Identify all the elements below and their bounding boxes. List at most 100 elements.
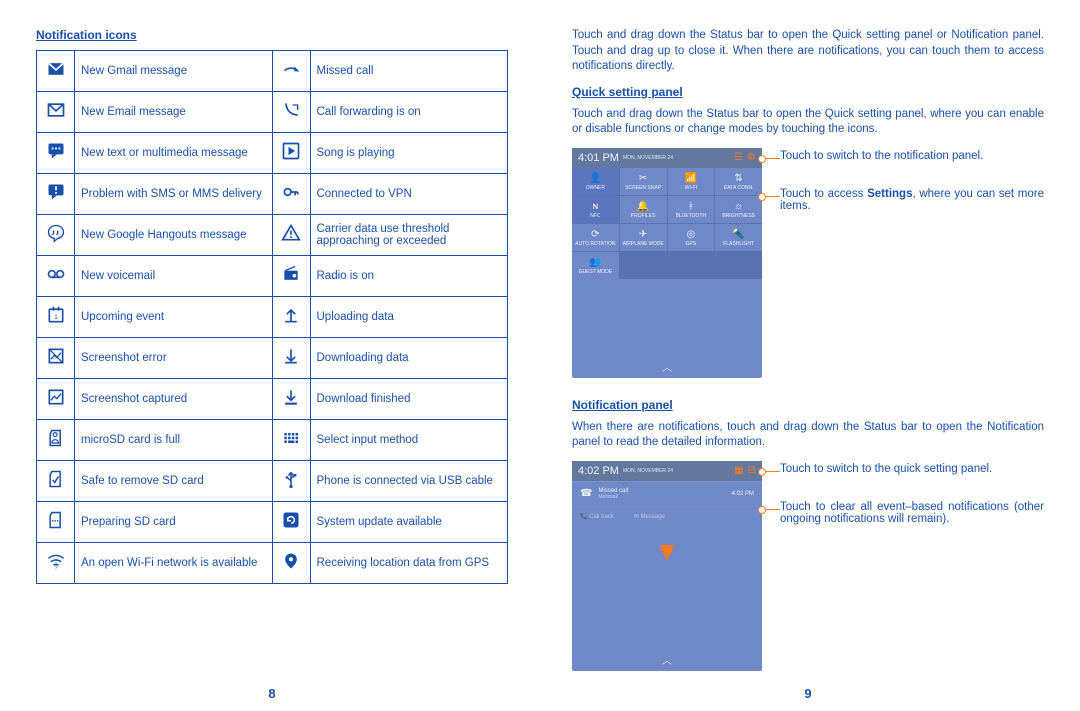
tile-data[interactable]: ⇅DATA CONN. (715, 168, 762, 195)
notification-item[interactable]: ☎ Missed call Melissa2 4:02 PM (572, 481, 762, 506)
tile-airplane[interactable]: ✈AIRPLANE MODE (620, 224, 667, 251)
update-icon (272, 502, 310, 543)
label-missed: Missed call (310, 51, 508, 92)
notification-actions: 📞 Call back ✉ Message (572, 506, 762, 526)
label-dl-done: Download finished (310, 379, 508, 420)
label-vpn: Connected to VPN (310, 174, 508, 215)
tile-wifi[interactable]: 📶WI-FI (668, 168, 715, 195)
intro-text: Touch and drag down the Status bar to op… (572, 28, 1044, 75)
notif-row-sub: Melissa2 (598, 494, 628, 500)
label-sd-prep: Preparing SD card (75, 502, 273, 543)
label-event: Upcoming event (75, 297, 273, 338)
label-wifi-open: An open Wi-Fi network is available (75, 543, 273, 584)
play-icon (272, 133, 310, 174)
tile-rotation[interactable]: ⟳AUTO ROTATION (572, 224, 619, 251)
tile-bluetooth[interactable]: ᚼBLUETOOTH (668, 196, 715, 223)
missed-call-icon: ☎ (580, 488, 592, 499)
heading-quick-setting-panel: Quick setting panel (572, 85, 1044, 99)
quick-panel-toggle-icon[interactable]: ▦ (734, 465, 743, 476)
download-done-icon (272, 379, 310, 420)
arrow-down-icon: ▼ (572, 526, 762, 646)
quick-time: 4:01 PM (578, 152, 619, 164)
warning-icon (272, 215, 310, 256)
wifi-open-icon: ? (37, 543, 75, 584)
label-download: Downloading data (310, 338, 508, 379)
action-message[interactable]: ✉ Message (634, 513, 665, 520)
quick-desc: Touch and drag down the Status bar to op… (572, 107, 1044, 138)
call-fwd-icon (272, 92, 310, 133)
label-upload: Uploading data (310, 297, 508, 338)
page-number-right: 9 (572, 676, 1044, 701)
callout-quick-1: Touch to switch to the notification pane… (780, 150, 983, 162)
tile-guest[interactable]: 👥GUEST MODE (572, 252, 619, 279)
settings-gear-icon[interactable]: ⚙ (747, 152, 756, 163)
label-fwd: Call forwarding is on (310, 92, 508, 133)
action-call-back[interactable]: 📞 Call back (580, 513, 614, 520)
label-sd-full: microSD card is full (75, 420, 273, 461)
callout-notif-2: Touch to clear all event–based notificat… (780, 501, 1044, 525)
page-number-left: 8 (36, 676, 508, 701)
quick-date: MON, NOVEMBER 24 (623, 155, 673, 161)
svg-text:?: ? (54, 566, 58, 572)
label-hangouts: New Google Hangouts message (75, 215, 273, 256)
screenshot-err-icon (37, 338, 75, 379)
chevron-up-icon[interactable]: ︿ (572, 353, 762, 378)
label-radio: Radio is on (310, 256, 508, 297)
label-data-warn: Carrier data use threshold approaching o… (310, 215, 508, 256)
vpn-icon (272, 174, 310, 215)
clear-all-icon[interactable]: ⊟ (748, 465, 756, 476)
calendar-icon: 1 (37, 297, 75, 338)
svg-text:1: 1 (54, 314, 58, 321)
email-icon (37, 92, 75, 133)
notification-icons-table: New Gmail message Missed call New Email … (36, 50, 508, 584)
screenshot-quick-setting-panel: 4:01 PM MON, NOVEMBER 24 ☰ ⚙ 👤OWNER ✂SCR… (572, 148, 762, 378)
page-right: Touch and drag down the Status bar to op… (572, 28, 1044, 701)
page-left: Notification icons New Gmail message Mis… (36, 28, 508, 701)
tile-flashlight[interactable]: 🔦FLASHLIGHT (715, 224, 762, 251)
tile-nfc[interactable]: ɴNFC (572, 196, 619, 223)
sd-full-icon (37, 420, 75, 461)
label-usb: Phone is connected via USB cable (310, 461, 508, 502)
voicemail-icon (37, 256, 75, 297)
label-sd-safe: Safe to remove SD card (75, 461, 273, 502)
label-email: New Email message (75, 92, 273, 133)
notification-toggle-icon[interactable]: ☰ (734, 152, 743, 163)
label-shot-err: Screenshot error (75, 338, 273, 379)
notif-date: MON, NOVEMBER 24 (623, 468, 673, 474)
notif-row-time: 4:02 PM (732, 491, 754, 497)
quick-tiles: 👤OWNER ✂SCREEN SNAP 📶WI-FI ⇅DATA CONN. ɴ… (572, 168, 762, 279)
label-gps: Receiving location data from GPS (310, 543, 508, 584)
gps-icon (272, 543, 310, 584)
label-input: Select input method (310, 420, 508, 461)
tile-profiles[interactable]: 🔔PROFILES (620, 196, 667, 223)
label-voicemail: New voicemail (75, 256, 273, 297)
chevron-up-icon[interactable]: ︿ (572, 646, 762, 671)
label-update: System update available (310, 502, 508, 543)
hangouts-icon (37, 215, 75, 256)
tile-gps[interactable]: ◎GPS (668, 224, 715, 251)
heading-notification-panel: Notification panel (572, 398, 1044, 412)
screenshot-icon (37, 379, 75, 420)
upload-icon (272, 297, 310, 338)
label-gmail: New Gmail message (75, 51, 273, 92)
tile-screen-snap[interactable]: ✂SCREEN SNAP (620, 168, 667, 195)
callout-notif-1: Touch to switch to the quick setting pan… (780, 463, 992, 475)
tile-brightness[interactable]: ☼BRIGHTNESS (715, 196, 762, 223)
sms-icon (37, 133, 75, 174)
screenshot-notification-panel: 4:02 PM MON, NOVEMBER 24 ▦ ⊟ ☎ Missed ca… (572, 461, 762, 671)
missed-call-icon (272, 51, 310, 92)
sms-error-icon (37, 174, 75, 215)
label-sms-err: Problem with SMS or MMS delivery (75, 174, 273, 215)
keyboard-icon (272, 420, 310, 461)
sd-prep-icon (37, 502, 75, 543)
callout-quick-2: Touch to access Settings, where you can … (780, 188, 1044, 212)
tile-owner[interactable]: 👤OWNER (572, 168, 619, 195)
heading-notification-icons: Notification icons (36, 28, 508, 42)
notif-time: 4:02 PM (578, 465, 619, 477)
notif-desc: When there are notifications, touch and … (572, 420, 1044, 451)
usb-icon (272, 461, 310, 502)
radio-icon (272, 256, 310, 297)
label-shot-ok: Screenshot captured (75, 379, 273, 420)
gmail-icon (37, 51, 75, 92)
label-sms: New text or multimedia message (75, 133, 273, 174)
